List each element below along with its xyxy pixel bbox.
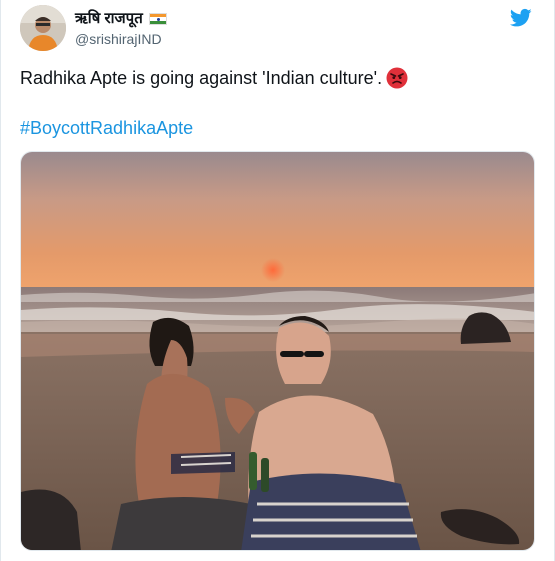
user-handle[interactable]: @srishirajIND xyxy=(75,31,162,48)
avatar[interactable] xyxy=(20,5,66,51)
tweet-text: Radhika Apte is going against 'Indian cu… xyxy=(20,66,540,90)
beach-sunset-photo xyxy=(21,152,534,550)
avatar-image xyxy=(20,5,66,51)
tweet-text-body: Radhika Apte is going against 'Indian cu… xyxy=(20,68,383,88)
india-flag-icon xyxy=(148,13,167,25)
tweet-photo[interactable] xyxy=(20,151,535,551)
tweet-card[interactable]: ऋषि राजपूत @srishirajIND Radhika Apte is… xyxy=(0,0,555,561)
angry-face-emoji xyxy=(386,67,408,89)
twitter-bird-icon[interactable] xyxy=(510,8,532,28)
display-name[interactable]: ऋषि राजपूत xyxy=(75,10,167,28)
hashtag-link[interactable]: #BoycottRadhikaApte xyxy=(20,116,193,140)
display-name-text[interactable]: ऋषि राजपूत xyxy=(75,10,143,28)
